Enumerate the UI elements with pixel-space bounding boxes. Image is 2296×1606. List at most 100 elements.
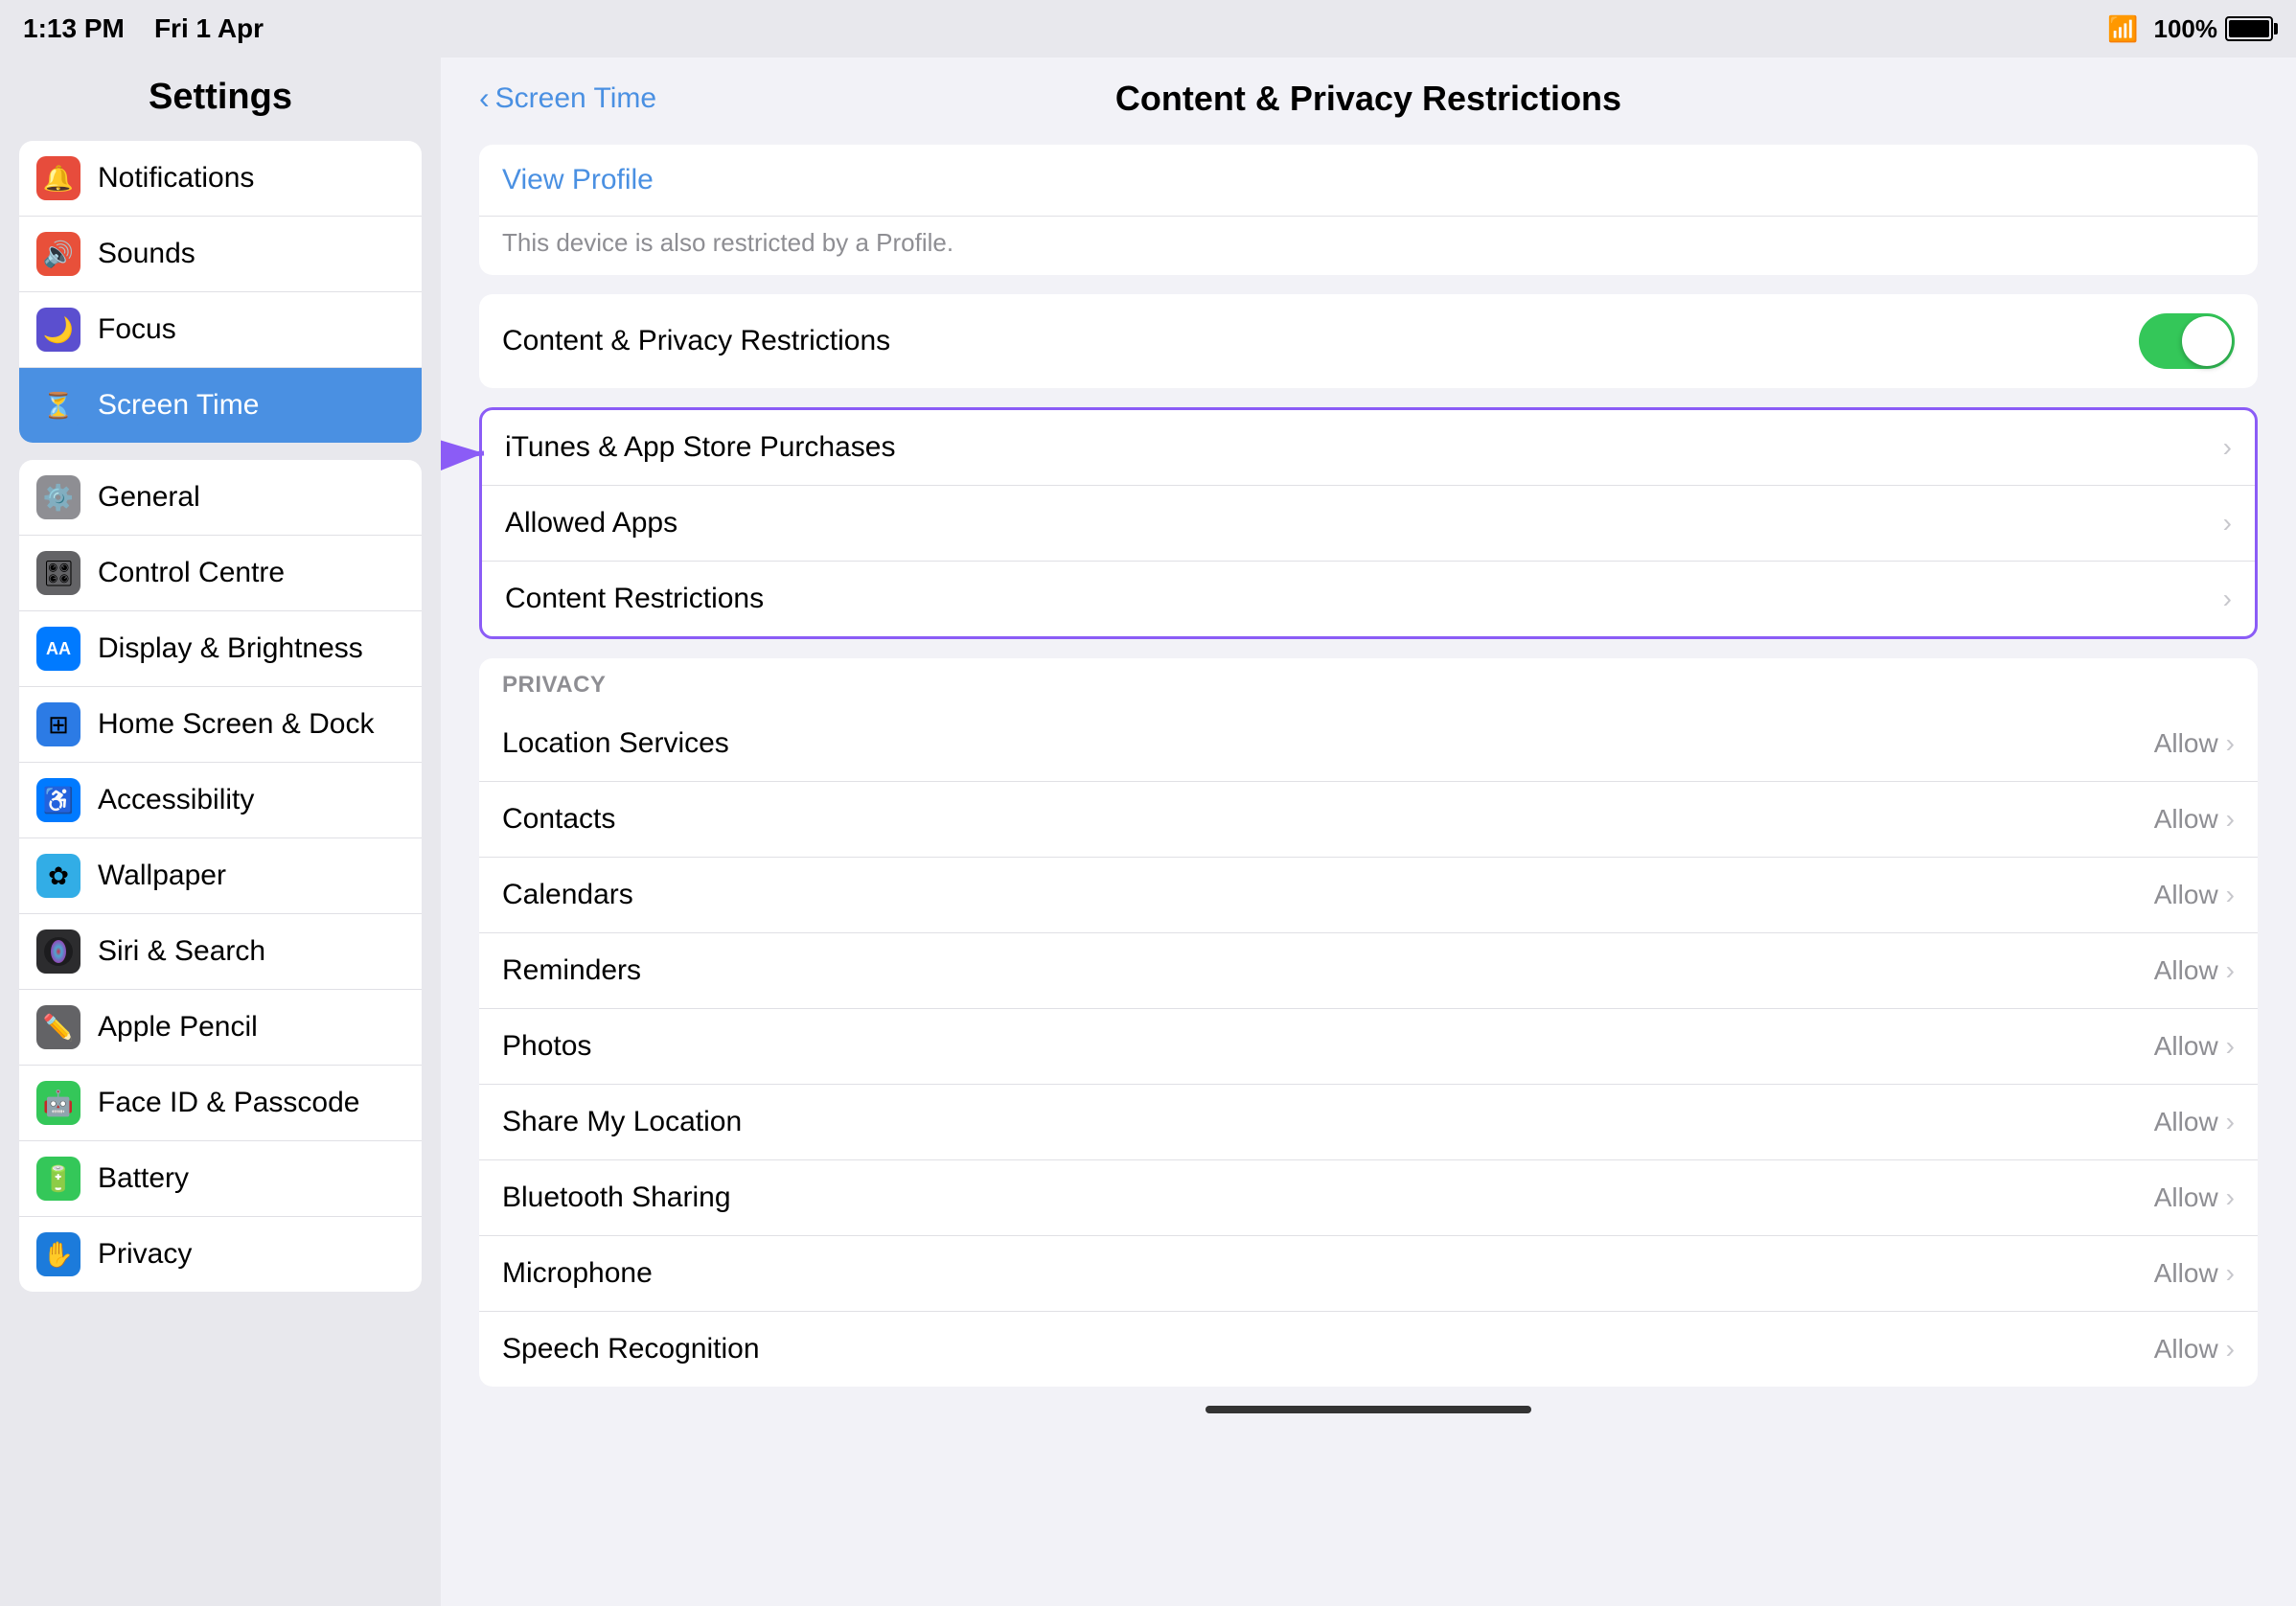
battery-container: 100% — [2154, 14, 2274, 44]
bluetooth-row[interactable]: Bluetooth Sharing Allow › — [479, 1160, 2258, 1236]
share-location-right: Allow › — [2154, 1107, 2235, 1137]
share-location-row[interactable]: Share My Location Allow › — [479, 1085, 2258, 1160]
speech-recognition-value: Allow — [2154, 1334, 2218, 1365]
face-id-icon: 🤖 — [36, 1081, 80, 1125]
contacts-label: Contacts — [502, 803, 615, 836]
profile-description: This device is also restricted by a Prof… — [479, 217, 2258, 275]
itunes-section-wrapper: iTunes & App Store Purchases › Allowed A… — [479, 407, 2258, 639]
speech-recognition-chevron-icon: › — [2226, 1334, 2235, 1365]
status-bar: 1:13 PM Fri 1 Apr 📶 100% — [0, 0, 2296, 57]
photos-chevron-icon: › — [2226, 1031, 2235, 1062]
itunes-purchases-row[interactable]: iTunes & App Store Purchases › — [482, 410, 2255, 486]
sidebar-title: Settings — [19, 57, 422, 141]
toggle-thumb — [2182, 316, 2232, 366]
content-restrictions-chevron-icon: › — [2223, 584, 2232, 614]
battery-percent: 100% — [2154, 14, 2218, 44]
sidebar-item-label: Home Screen & Dock — [98, 708, 374, 741]
microphone-chevron-icon: › — [2226, 1258, 2235, 1289]
location-value: Allow — [2154, 728, 2218, 759]
contacts-right: Allow › — [2154, 804, 2235, 835]
sidebar-item-label: Control Centre — [98, 557, 285, 589]
sidebar-item-focus[interactable]: 🌙 Focus — [19, 292, 422, 368]
calendars-value: Allow — [2154, 880, 2218, 910]
content-body: View Profile This device is also restric… — [441, 135, 2296, 1461]
sidebar-item-siri[interactable]: Siri & Search — [19, 914, 422, 990]
sidebar-item-label: Face ID & Passcode — [98, 1087, 359, 1119]
back-button[interactable]: ‹ Screen Time — [479, 80, 656, 116]
allowed-section-highlighted: iTunes & App Store Purchases › Allowed A… — [479, 407, 2258, 639]
sidebar-item-screen-time[interactable]: ⏳ Screen Time — [19, 368, 422, 443]
focus-icon: 🌙 — [36, 308, 80, 352]
sidebar-item-wallpaper[interactable]: ✿ Wallpaper — [19, 838, 422, 914]
notifications-icon: 🔔 — [36, 156, 80, 200]
content-restrictions-row[interactable]: Content Restrictions › — [482, 562, 2255, 636]
share-location-label: Share My Location — [502, 1106, 742, 1138]
toggle-section: Content & Privacy Restrictions — [479, 294, 2258, 388]
speech-recognition-row[interactable]: Speech Recognition Allow › — [479, 1312, 2258, 1387]
content-header: ‹ Screen Time Content & Privacy Restrict… — [441, 57, 2296, 135]
calendars-row[interactable]: Calendars Allow › — [479, 858, 2258, 933]
content-privacy-toggle-row: Content & Privacy Restrictions — [479, 294, 2258, 388]
location-right: Allow › — [2154, 728, 2235, 759]
speech-recognition-label: Speech Recognition — [502, 1333, 760, 1365]
itunes-chevron-icon: › — [2223, 432, 2232, 463]
sidebar-item-accessibility[interactable]: ♿ Accessibility — [19, 763, 422, 838]
scroll-indicator — [1205, 1406, 1531, 1413]
sidebar-group-1: 🔔 Notifications 🔊 Sounds 🌙 Focus ⏳ Scree… — [19, 141, 422, 443]
sidebar-item-general[interactable]: ⚙️ General — [19, 460, 422, 536]
sidebar-item-face-id[interactable]: 🤖 Face ID & Passcode — [19, 1066, 422, 1141]
control-centre-icon: 🎛 — [36, 551, 80, 595]
sidebar-item-control-centre[interactable]: 🎛 Control Centre — [19, 536, 422, 611]
content-privacy-toggle[interactable] — [2139, 313, 2235, 369]
calendars-chevron-icon: › — [2226, 880, 2235, 910]
location-services-row[interactable]: Location Services Allow › — [479, 706, 2258, 782]
battery-sidebar-icon: 🔋 — [36, 1157, 80, 1201]
back-label: Screen Time — [495, 82, 656, 115]
page-title: Content & Privacy Restrictions — [1115, 79, 1621, 119]
sidebar-item-home-screen[interactable]: ⊞ Home Screen & Dock — [19, 687, 422, 763]
sidebar-item-apple-pencil[interactable]: ✏️ Apple Pencil — [19, 990, 422, 1066]
toggle-label: Content & Privacy Restrictions — [502, 325, 890, 357]
sidebar-item-label: Notifications — [98, 162, 254, 195]
sidebar-item-notifications[interactable]: 🔔 Notifications — [19, 141, 422, 217]
sidebar-item-sounds[interactable]: 🔊 Sounds — [19, 217, 422, 292]
location-chevron-icon: › — [2226, 728, 2235, 759]
contacts-row[interactable]: Contacts Allow › — [479, 782, 2258, 858]
share-location-value: Allow — [2154, 1107, 2218, 1137]
photos-right: Allow › — [2154, 1031, 2235, 1062]
itunes-label: iTunes & App Store Purchases — [505, 431, 895, 464]
microphone-row[interactable]: Microphone Allow › — [479, 1236, 2258, 1312]
reminders-label: Reminders — [502, 954, 641, 987]
contacts-value: Allow — [2154, 804, 2218, 835]
microphone-right: Allow › — [2154, 1258, 2235, 1289]
home-screen-icon: ⊞ — [36, 702, 80, 746]
photos-label: Photos — [502, 1030, 591, 1063]
sidebar-item-label: Siri & Search — [98, 935, 265, 968]
reminders-row[interactable]: Reminders Allow › — [479, 933, 2258, 1009]
main-container: Settings 🔔 Notifications 🔊 Sounds 🌙 Focu… — [0, 57, 2296, 1606]
sidebar-item-label: Display & Brightness — [98, 632, 363, 665]
contacts-chevron-icon: › — [2226, 804, 2235, 835]
sidebar-item-label: Focus — [98, 313, 176, 346]
sounds-icon: 🔊 — [36, 232, 80, 276]
battery-fill — [2229, 20, 2269, 37]
photos-row[interactable]: Photos Allow › — [479, 1009, 2258, 1085]
general-icon: ⚙️ — [36, 475, 80, 519]
calendars-right: Allow › — [2154, 880, 2235, 910]
privacy-section-header: PRIVACY — [479, 658, 2258, 706]
sidebar-item-label: Privacy — [98, 1238, 192, 1271]
allowed-apps-label: Allowed Apps — [505, 507, 677, 539]
sidebar-item-privacy[interactable]: ✋ Privacy — [19, 1217, 422, 1292]
bluetooth-right: Allow › — [2154, 1182, 2235, 1213]
display-icon: AA — [36, 627, 80, 671]
sidebar-item-battery[interactable]: 🔋 Battery — [19, 1141, 422, 1217]
content-area: ‹ Screen Time Content & Privacy Restrict… — [441, 57, 2296, 1606]
view-profile-link[interactable]: View Profile — [479, 145, 2258, 217]
bluetooth-label: Bluetooth Sharing — [502, 1182, 731, 1214]
status-time-date: 1:13 PM Fri 1 Apr — [23, 13, 264, 44]
speech-recognition-right: Allow › — [2154, 1334, 2235, 1365]
status-right-icons: 📶 100% — [2107, 14, 2273, 44]
sidebar-item-label: Wallpaper — [98, 860, 226, 892]
allowed-apps-row[interactable]: Allowed Apps › — [482, 486, 2255, 562]
sidebar-item-display[interactable]: AA Display & Brightness — [19, 611, 422, 687]
